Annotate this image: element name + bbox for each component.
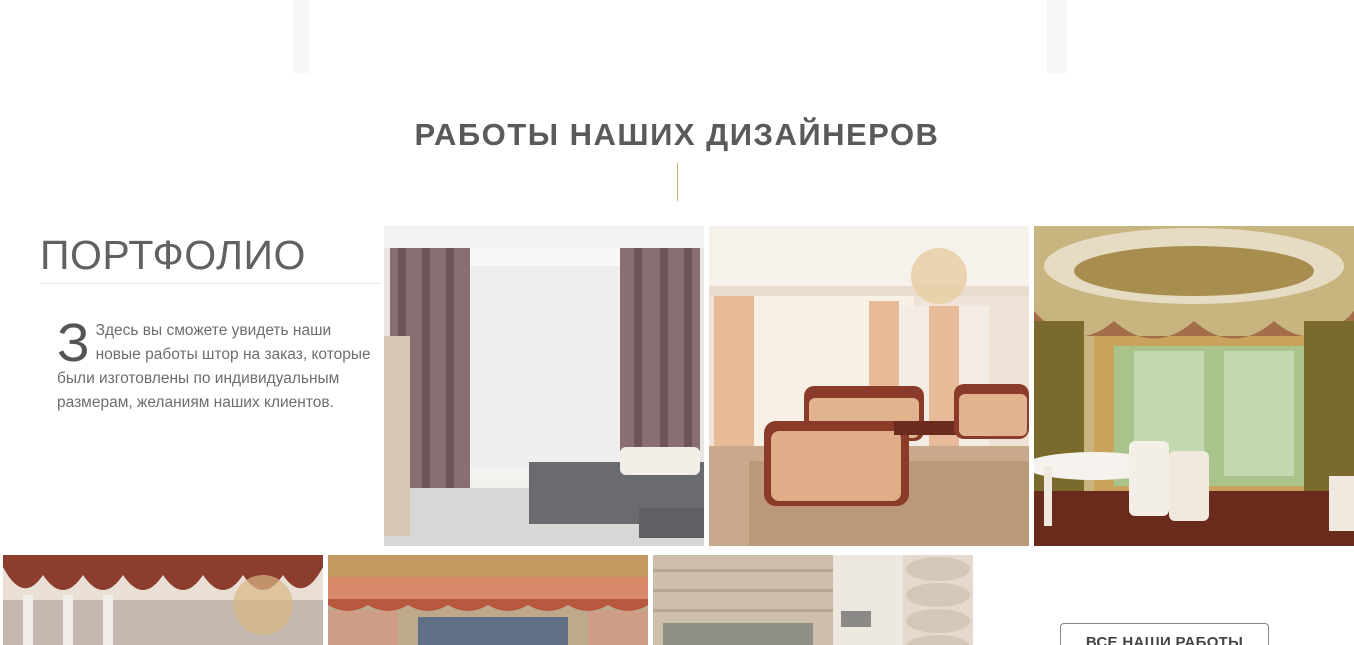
gallery-photo-floral-valance[interactable] bbox=[328, 555, 648, 645]
dropcap-letter: З bbox=[57, 313, 90, 373]
section-title: РАБОТЫ НАШИХ ДИЗАЙНЕРОВ bbox=[414, 117, 940, 152]
photo-icon bbox=[3, 555, 323, 645]
photo-icon bbox=[709, 226, 1029, 546]
portfolio-description-text: Здесь вы сможете увидеть наши новые рабо… bbox=[57, 322, 371, 411]
gallery-photo-burgundy-valance[interactable] bbox=[3, 555, 323, 645]
portfolio-divider bbox=[40, 283, 380, 284]
photo-icon bbox=[1034, 226, 1354, 546]
photo-icon bbox=[384, 226, 704, 546]
title-divider bbox=[677, 163, 678, 201]
gallery-photo-log-house[interactable] bbox=[653, 555, 973, 645]
portfolio-heading: ПОРТФОЛИО bbox=[40, 232, 306, 278]
photo-icon bbox=[653, 555, 973, 645]
photo-icon bbox=[328, 555, 648, 645]
gallery-photo-modern-living-room[interactable] bbox=[384, 226, 704, 546]
all-works-button[interactable]: ВСЕ НАШИ РАБОТЫ bbox=[1060, 623, 1269, 645]
portfolio-description: З Здесь вы сможете увидеть наши новые ра… bbox=[57, 313, 375, 415]
gallery-photo-classic-salon[interactable] bbox=[709, 226, 1029, 546]
previous-section-content bbox=[310, 0, 1047, 73]
gallery-photo-dining-room[interactable] bbox=[1034, 226, 1354, 546]
